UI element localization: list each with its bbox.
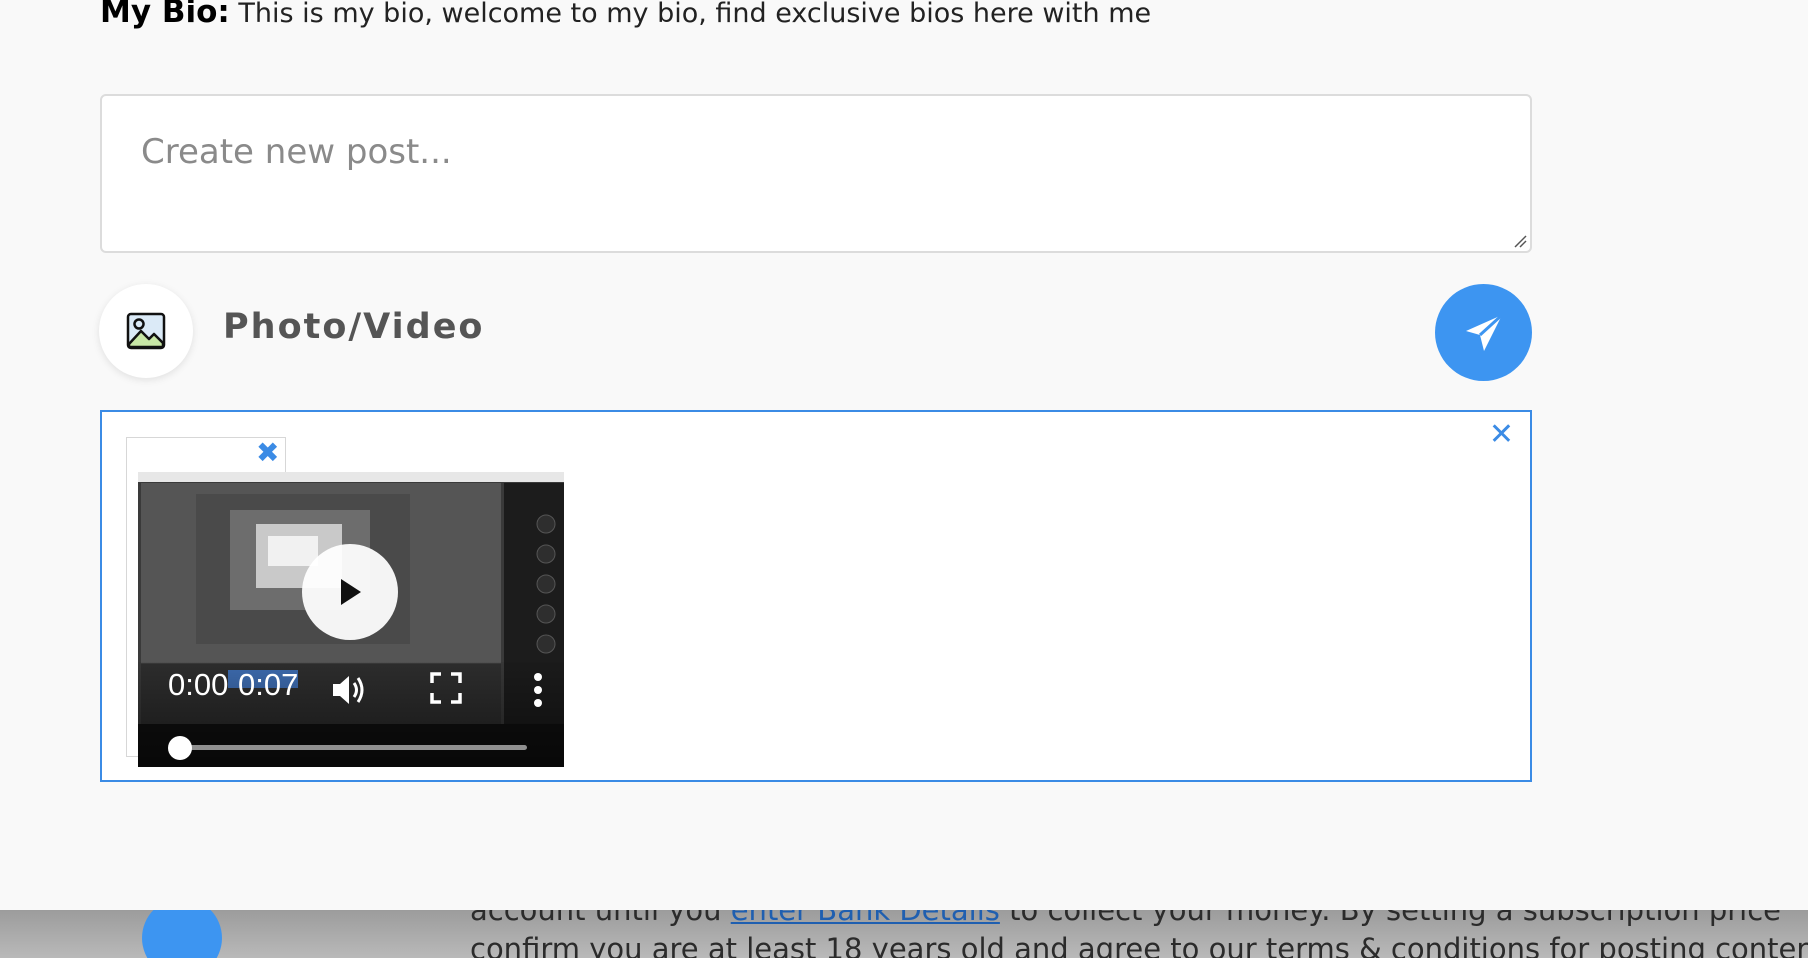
enter-bank-details-link[interactable]: enter Bank Details	[731, 910, 1000, 927]
play-button[interactable]	[302, 544, 398, 640]
video-player[interactable]: 0:00 0:07	[138, 472, 564, 767]
more-options-icon[interactable]	[533, 672, 543, 708]
post-textarea[interactable]: Create new post...	[100, 94, 1532, 253]
fullscreen-icon[interactable]	[430, 672, 462, 704]
send-post-button[interactable]	[1435, 284, 1532, 381]
progress-track[interactable]	[181, 745, 527, 750]
close-preview-icon[interactable]: ✕	[1489, 420, 1514, 450]
photo-video-label[interactable]: Photo/Video	[223, 307, 484, 347]
current-time: 0:00	[168, 667, 229, 702]
avatar	[142, 910, 222, 958]
remove-attachment-icon[interactable]: ✖	[256, 439, 279, 467]
post-placeholder: Create new post...	[141, 132, 452, 172]
resize-grip-icon[interactable]	[1513, 234, 1527, 248]
bio-text: This is my bio, welcome to my bio, find …	[238, 0, 1152, 29]
paper-plane-icon	[1465, 313, 1503, 351]
footer-line-1-prefix: account until you	[470, 910, 731, 927]
footer-notice: account until you enter Bank Details to …	[0, 910, 1808, 958]
bio-label: My Bio:	[100, 0, 230, 30]
bio: My Bio: This is my bio, welcome to my bi…	[100, 0, 1151, 30]
photo-video-button[interactable]	[99, 284, 193, 378]
footer-line-1: account until you enter Bank Details to …	[470, 910, 1781, 927]
progress-thumb[interactable]	[168, 736, 192, 760]
footer-line-1-suffix: to collect your money. By setting a subs…	[999, 910, 1782, 927]
video-controls: 0:00 0:07	[138, 662, 564, 767]
duration: 0:07	[238, 667, 299, 702]
image-icon	[126, 312, 166, 350]
play-icon	[341, 579, 361, 605]
attachment-preview: ✕ ✖ 0:00 0:07	[100, 410, 1532, 782]
volume-icon[interactable]	[329, 670, 369, 710]
footer-line-2: confirm you are at least 18 years old an…	[470, 932, 1808, 958]
